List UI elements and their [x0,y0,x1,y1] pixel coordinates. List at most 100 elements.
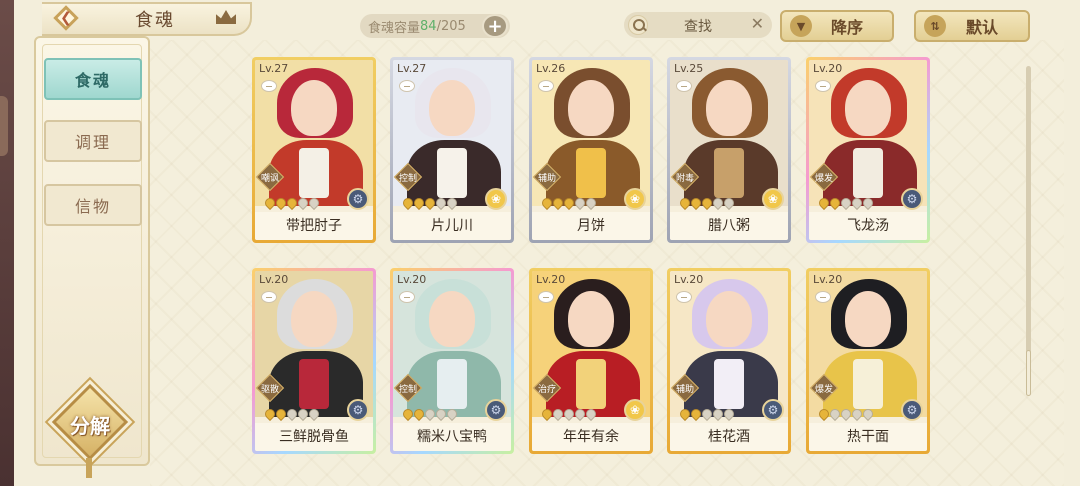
role-label: 爆发 [814,174,833,184]
edge-handle[interactable] [0,96,8,156]
food-soul-card[interactable]: Lv.25 附毒 ❀ 腊八粥 [667,57,791,243]
chat-bubble-icon [261,80,277,92]
role-badge: 驱散 [255,373,285,403]
card-level: Lv.27 [259,62,289,75]
food-soul-card[interactable]: Lv.20 爆发 ⚙ 热干面 [806,268,930,454]
chat-bubble-icon [815,291,831,303]
role-label: 控制 [398,385,417,395]
sort-order-button[interactable]: ▼ 降序 [780,10,894,42]
role-label: 治疗 [537,385,556,395]
card-inner: Lv.20 辅助 ⚙ 桂花酒 [670,271,788,451]
food-soul-card[interactable]: Lv.27 控制 ❀ 片儿川 [390,57,514,243]
role-badge: 控制 [393,162,423,192]
role-badge: 辅助 [670,373,700,403]
food-soul-card[interactable]: Lv.27 嘲讽 ⚙ 带把肘子 [252,57,376,243]
chat-bubble-icon [538,291,554,303]
back-button[interactable]: ❮ [48,4,84,32]
chat-bubble-icon [815,80,831,92]
chat-bubble-icon [399,80,415,92]
close-icon[interactable]: ✕ [751,14,764,33]
sort-default-button[interactable]: ⇅ 默认 [914,10,1030,42]
star-rating [400,195,460,211]
sort-default-label: 默认 [965,18,998,37]
card-inner: Lv.20 爆发 ⚙ 飞龙汤 [809,60,927,240]
star-icon [306,406,322,422]
food-soul-card[interactable]: Lv.20 治疗 ❀ 年年有余 [529,268,653,454]
card-level: Lv.20 [813,273,843,286]
food-soul-card[interactable]: Lv.20 控制 ⚙ 糯米八宝鸭 [390,268,514,454]
role-label: 辅助 [675,385,694,395]
card-name: 腊八粥 [670,212,788,240]
portrait-accent [576,148,606,198]
tab-tokens[interactable]: 信物 [44,184,142,226]
role-label: 控制 [398,174,417,184]
portrait-accent [576,359,606,409]
card-level: Lv.25 [674,62,704,75]
capacity-total: /205 [436,18,466,34]
page-title: 食魂 [135,10,175,31]
role-badge: 治疗 [532,373,562,403]
card-level: Lv.20 [674,273,704,286]
portrait-accent [299,359,329,409]
tab-food-souls[interactable]: 食魂 [44,58,142,100]
tassel-ornament [86,458,92,478]
portrait-accent [437,359,467,409]
sort-icon: ⇅ [924,15,946,37]
star-rating [400,406,460,422]
flower-icon: ❀ [485,188,507,210]
role-label: 辅助 [537,174,556,184]
scrollbar[interactable] [1026,66,1031,396]
star-icon [583,195,599,211]
portrait-accent [853,359,883,409]
gear-icon: ⚙ [901,399,923,421]
portrait-face [845,291,891,347]
card-name: 飞龙汤 [809,212,927,240]
role-label: 附毒 [675,174,694,184]
food-soul-card[interactable]: Lv.20 爆发 ⚙ 飞龙汤 [806,57,930,243]
chat-bubble-icon [399,291,415,303]
card-level: Lv.26 [536,62,566,75]
role-label: 爆发 [814,385,833,395]
card-inner: Lv.27 嘲讽 ⚙ 带把肘子 [255,60,373,240]
search-input[interactable]: 查找 ✕ [624,12,772,38]
window-edge [0,0,14,486]
star-icon [721,406,737,422]
triangle-down-icon: ▼ [790,15,812,37]
portrait-accent [853,148,883,198]
star-icon [860,406,876,422]
flower-icon: ❀ [624,399,646,421]
star-icon [721,195,737,211]
gear-icon: ⚙ [762,399,784,421]
sort-order-label: 降序 [830,18,863,37]
card-name: 年年有余 [532,423,650,451]
portrait-accent [714,359,744,409]
flower-icon: ❀ [762,188,784,210]
star-rating [816,406,876,422]
food-soul-card[interactable]: Lv.20 辅助 ⚙ 桂花酒 [667,268,791,454]
star-rating [262,195,322,211]
tab-conditioning[interactable]: 调理 [44,120,142,162]
role-badge: 嘲讽 [255,162,285,192]
card-name: 热干面 [809,423,927,451]
gear-icon: ⚙ [347,188,369,210]
scrollbar-thumb[interactable] [1026,350,1031,396]
food-soul-card[interactable]: Lv.20 驱散 ⚙ 三鲜脱骨鱼 [252,268,376,454]
gear-icon: ⚙ [901,188,923,210]
star-rating [816,195,876,211]
gear-icon: ⚙ [485,399,507,421]
role-label: 嘲讽 [260,174,279,184]
portrait-face [429,291,475,347]
card-inner: Lv.20 控制 ⚙ 糯米八宝鸭 [393,271,511,451]
star-icon [444,406,460,422]
role-badge: 辅助 [532,162,562,192]
star-icon [306,195,322,211]
role-badge: 附毒 [670,162,700,192]
expand-capacity-button[interactable]: + [482,14,508,38]
food-soul-card[interactable]: Lv.26 辅助 ❀ 月饼 [529,57,653,243]
portrait-face [706,80,752,136]
portrait-face [429,80,475,136]
portrait-face [568,291,614,347]
gear-icon: ⚙ [347,399,369,421]
decompose-button[interactable]: 分解 [51,383,129,461]
game-screen: ❮ 食魂 食魂容量 84 /205 + 查找 ✕ ▼ 降序 ⇅ 默认 食魂 调理… [0,0,1080,486]
